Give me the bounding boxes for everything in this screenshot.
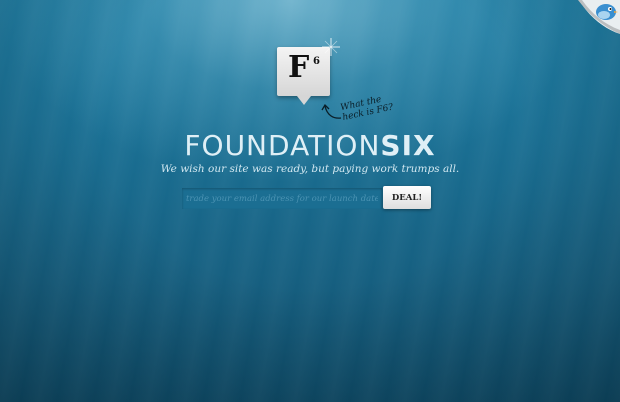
logo-letter: F	[288, 50, 310, 85]
sparkle-icon	[322, 38, 340, 56]
title-foundation: FOUNDATION	[184, 129, 381, 162]
email-input[interactable]	[182, 188, 382, 209]
page-title: FOUNDATIONSIX	[0, 131, 620, 161]
logo-note[interactable]: What the heck is F6?	[340, 91, 403, 123]
title-six: SIX	[380, 129, 436, 162]
tagline: We wish our site was ready, but paying w…	[160, 163, 460, 175]
logo-superscript: 6	[313, 56, 320, 67]
deal-button[interactable]: DEAL!	[383, 186, 431, 209]
twitter-bird-icon[interactable]	[578, 0, 620, 34]
